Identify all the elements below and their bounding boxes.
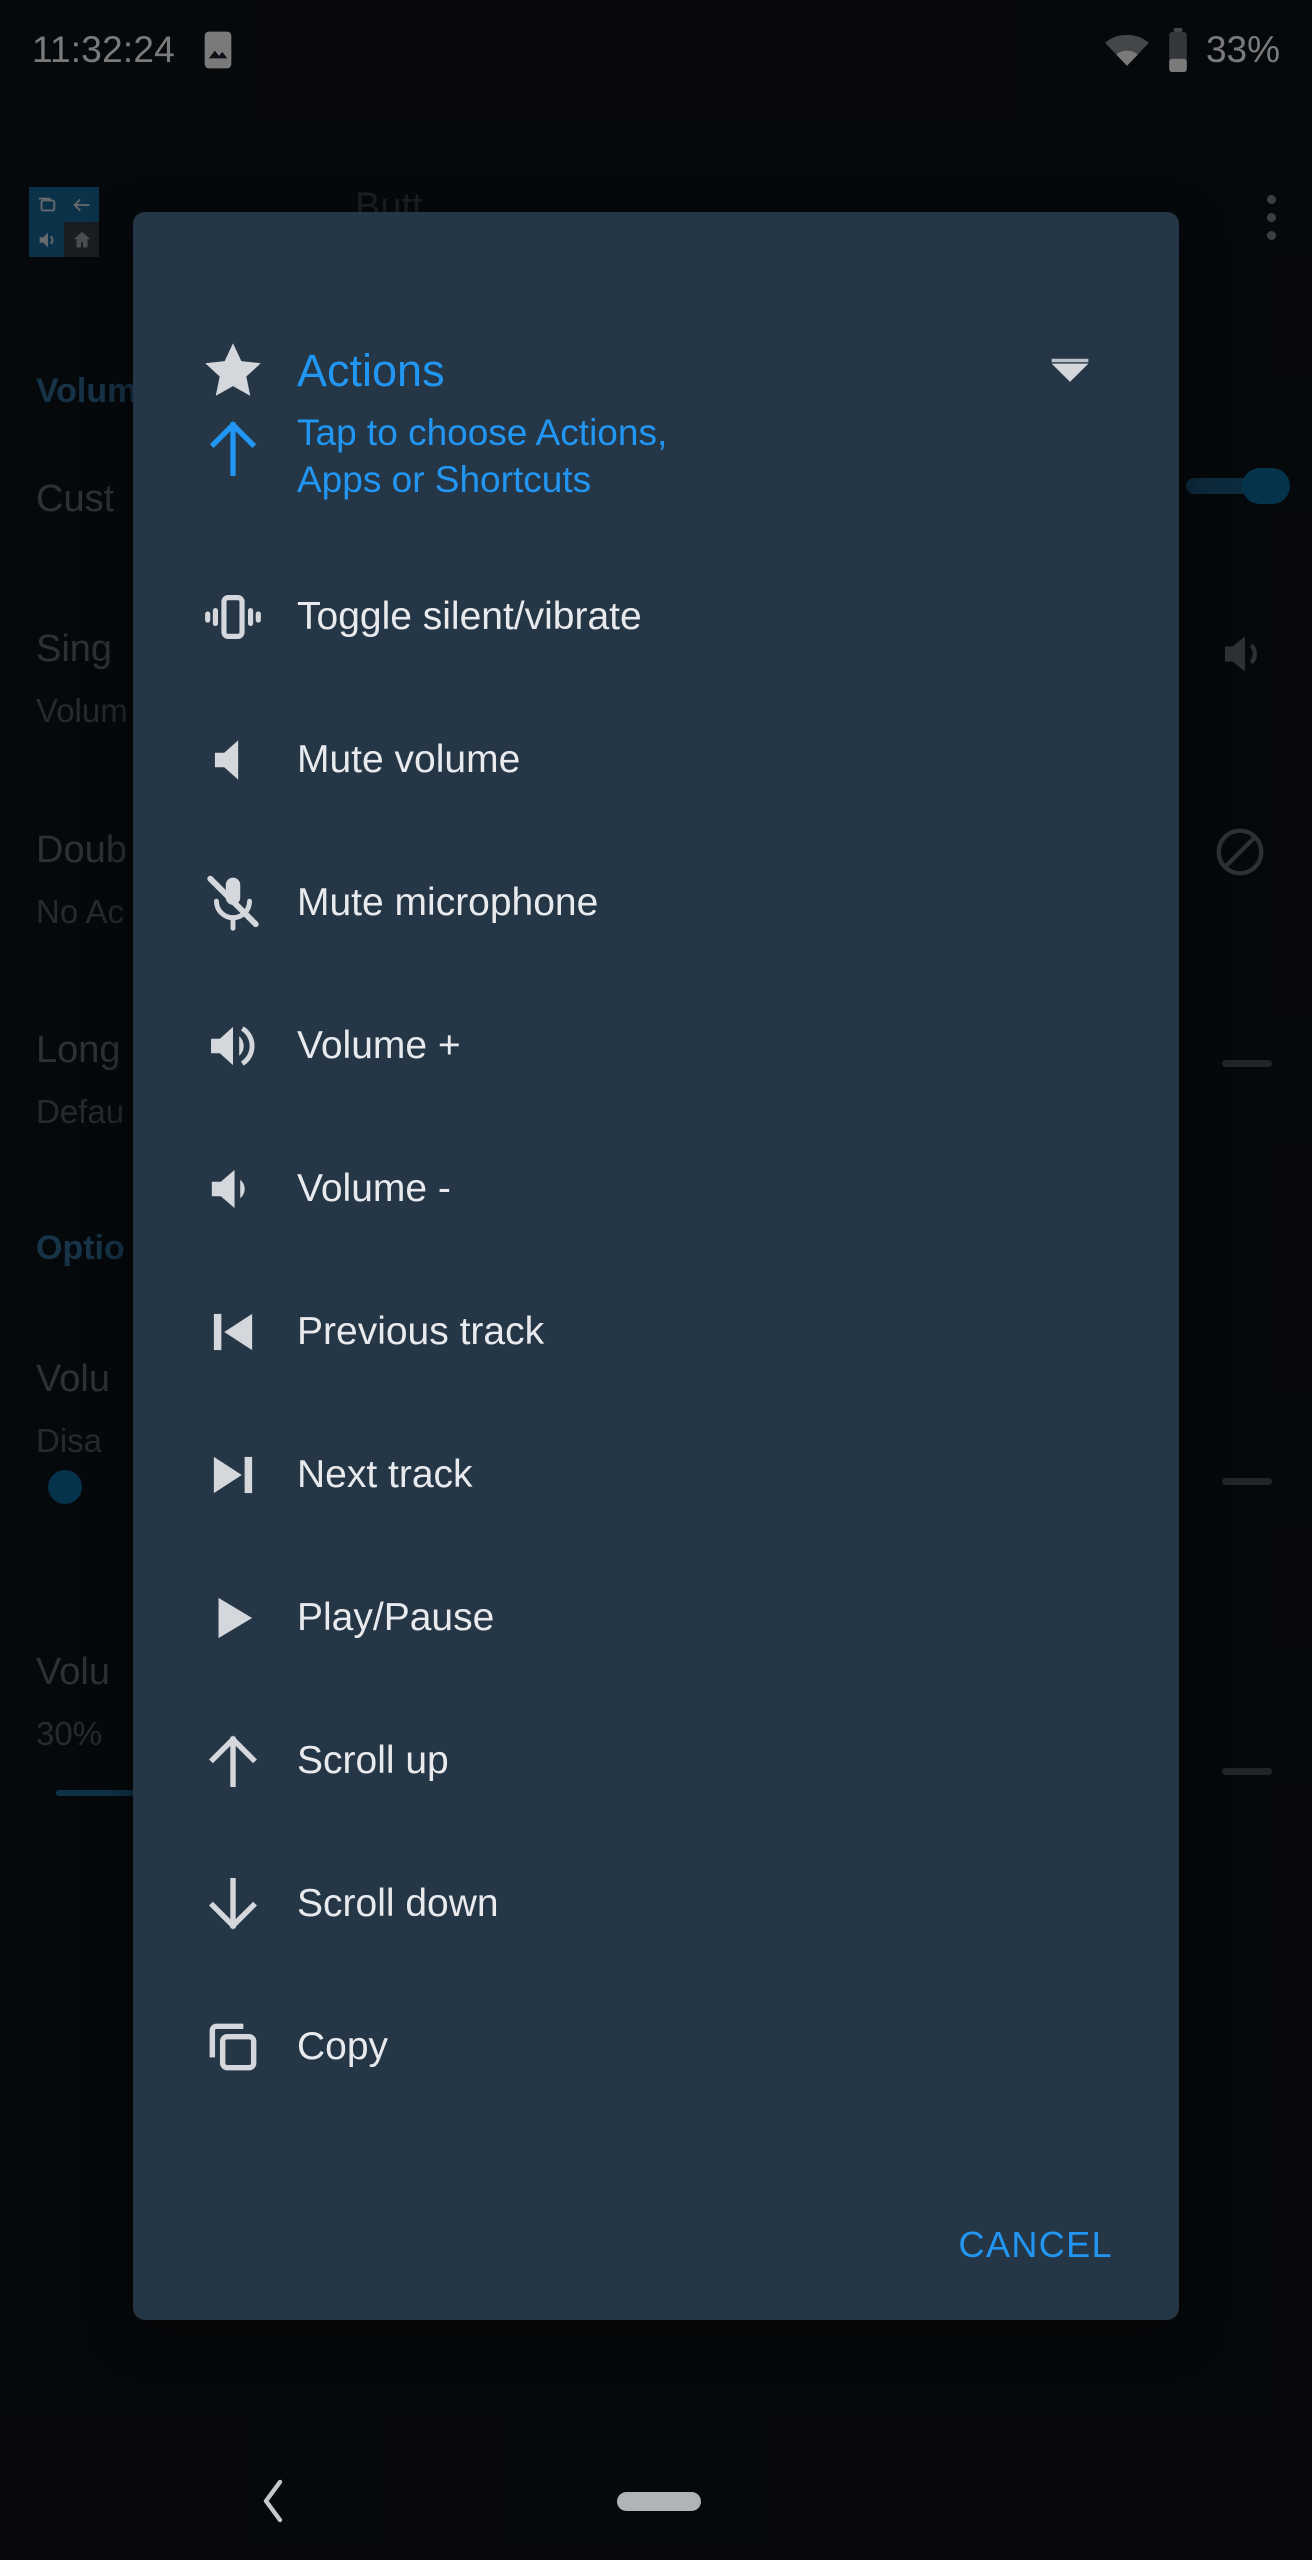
list-item-copy[interactable]: Copy (133, 1976, 1179, 2119)
home-pill[interactable] (617, 2492, 701, 2511)
list-item-scroll-down[interactable]: Scroll down (133, 1833, 1179, 1976)
volume-down-icon (185, 1158, 281, 1220)
list-item-label: Mute microphone (297, 881, 599, 925)
list-item-next-track[interactable]: Next track (133, 1404, 1179, 1547)
star-icon (185, 337, 281, 405)
list-item-label: Volume + (297, 1024, 461, 1068)
back-icon[interactable] (258, 2478, 288, 2524)
dialog-header[interactable]: Actions (133, 212, 1179, 444)
list-item-label: Scroll down (297, 1882, 499, 1926)
system-navigation-bar (0, 2442, 1312, 2560)
cancel-button[interactable]: CANCEL (951, 2214, 1121, 2276)
actions-picker-dialog: Actions Tap to choose Actions, Apps or S… (133, 212, 1179, 2320)
arrow-up-icon (185, 1730, 281, 1792)
list-item-label: Mute volume (297, 738, 521, 782)
actions-list[interactable]: Toggle silent/vibrate Mute volume Mute m… (133, 504, 1179, 2170)
list-item-scroll-up[interactable]: Scroll up (133, 1690, 1179, 1833)
play-icon (185, 1587, 281, 1649)
dialog-hint-line2: Apps or Shortcuts (297, 458, 592, 500)
list-item-toggle-silent-vibrate[interactable]: Toggle silent/vibrate (133, 546, 1179, 689)
content-copy-icon (185, 2016, 281, 2078)
list-item-label: Toggle silent/vibrate (297, 595, 642, 639)
list-item-mute-microphone[interactable]: Mute microphone (133, 832, 1179, 975)
list-item-label: Volume - (297, 1167, 451, 1211)
list-item-play-pause[interactable]: Play/Pause (133, 1547, 1179, 1690)
caret-down-icon[interactable] (1049, 358, 1091, 384)
list-item-mute-volume[interactable]: Mute volume (133, 689, 1179, 832)
list-item-label: Next track (297, 1453, 473, 1497)
skip-next-icon (185, 1444, 281, 1506)
vibration-icon (185, 586, 281, 648)
list-item-label: Copy (297, 2025, 389, 2069)
dialog-actions: CANCEL (133, 2170, 1179, 2320)
list-item-previous-track[interactable]: Previous track (133, 1261, 1179, 1404)
list-item-label: Scroll up (297, 1739, 449, 1783)
dialog-title: Actions (297, 344, 445, 396)
volume-up-icon (185, 1015, 281, 1077)
list-item-volume-down[interactable]: Volume - (133, 1118, 1179, 1261)
volume-mute-icon (185, 729, 281, 791)
arrow-down-icon (185, 1873, 281, 1935)
list-item-label: Play/Pause (297, 1596, 495, 1640)
list-item-volume-up[interactable]: Volume + (133, 975, 1179, 1118)
device-screen: Butt Volum Cust Sing Volum Doub No Ac Lo… (0, 0, 1312, 2560)
skip-previous-icon (185, 1301, 281, 1363)
list-item-label: Previous track (297, 1310, 545, 1354)
mic-off-icon (185, 872, 281, 934)
